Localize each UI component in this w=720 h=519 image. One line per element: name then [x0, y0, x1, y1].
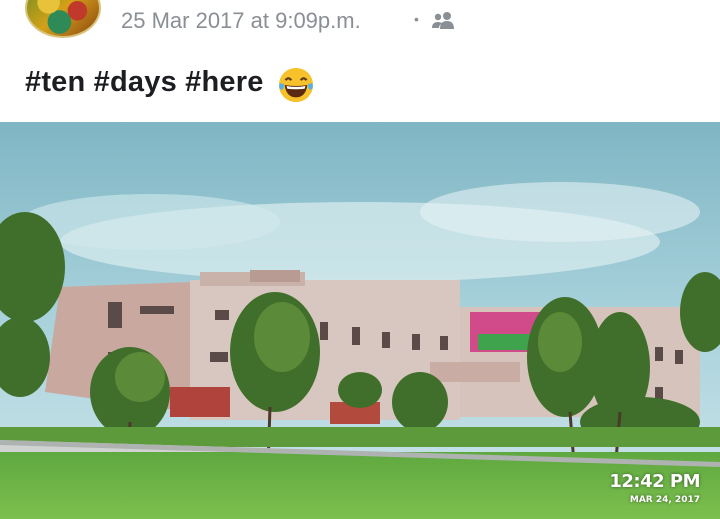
- post-header: 25 Mar 2017 at 9:09p.m. •: [0, 0, 720, 50]
- camera-date-stamp: MAR 24, 2017: [630, 495, 700, 505]
- avatar[interactable]: [25, 0, 101, 38]
- post-photo[interactable]: 12:42 PM MAR 24, 2017: [0, 122, 720, 519]
- post-text: #ten #days #here: [25, 66, 264, 99]
- meta-separator: •: [414, 11, 419, 27]
- laughing-tears-emoji-icon: [277, 66, 315, 104]
- campus-building-photo: [0, 122, 720, 519]
- camera-time-stamp: 12:42 PM: [609, 471, 700, 492]
- friends-icon[interactable]: [430, 10, 456, 30]
- post-timestamp[interactable]: 25 Mar 2017 at 9:09p.m.: [121, 8, 361, 34]
